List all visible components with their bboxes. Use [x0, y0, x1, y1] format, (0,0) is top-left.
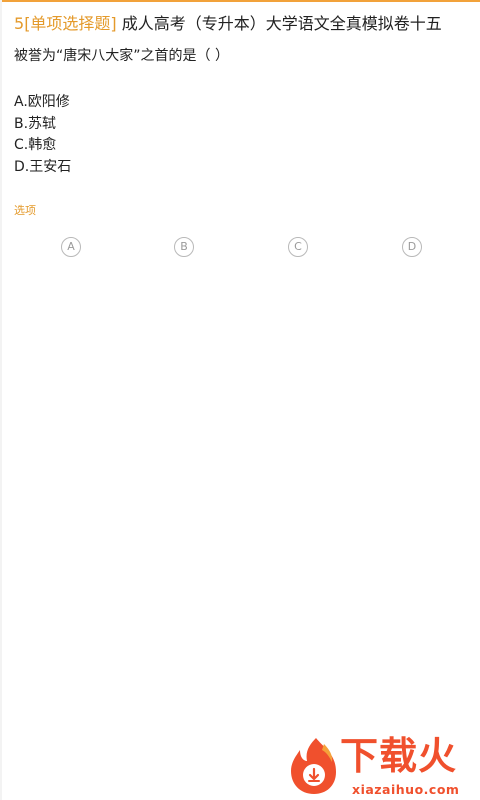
- top-accent-bar: [0, 0, 480, 2]
- watermark-url: xiazaihuo.com: [352, 782, 460, 797]
- option-d-text: D.王安石: [14, 158, 72, 175]
- choice-b-button[interactable]: B: [174, 237, 194, 257]
- choice-c-button[interactable]: C: [288, 237, 308, 257]
- option-c-text: C.韩愈: [14, 137, 57, 153]
- option-b-text: B.苏轼: [14, 115, 57, 132]
- question-number: 5: [14, 14, 25, 33]
- choice-a-button[interactable]: A: [61, 237, 81, 257]
- exam-title: 成人高考（专升本）大学语文全真模拟卷十五: [121, 14, 442, 33]
- choice-d-button[interactable]: D: [402, 237, 422, 257]
- option-list: A.欧阳修 B.苏轼 C.韩愈 D.王安石: [14, 92, 71, 178]
- watermark-name: 下载火: [340, 734, 458, 778]
- choices-section-label: 选项: [14, 204, 36, 217]
- question-type: [单项选择题]: [24, 14, 117, 33]
- question-stem: 被誉为“唐宋八大家”之首的是（ ）: [14, 48, 229, 64]
- flame-logo-icon: [291, 738, 336, 794]
- watermark: 下载火 xiazaihuo.com: [282, 728, 480, 800]
- question-header: 5[单项选择题] 成人高考（专升本）大学语文全真模拟卷十五: [14, 13, 470, 35]
- left-border: [0, 0, 2, 800]
- question-type-label: 5[单项选择题]: [14, 14, 117, 33]
- option-a-text: A.欧阳修: [14, 94, 70, 110]
